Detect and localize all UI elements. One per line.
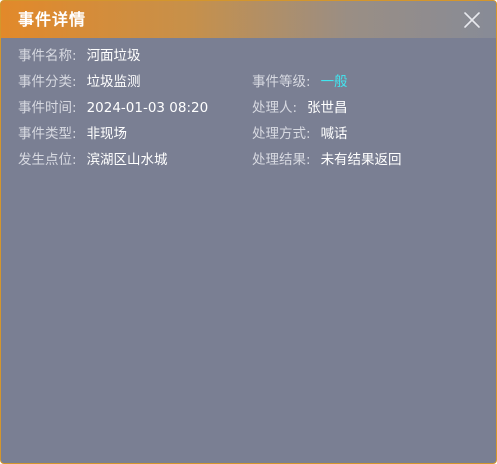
field-location: 发生点位: 滨湖区山水城 — [18, 150, 168, 170]
field-value: 未有结果返回 — [320, 152, 402, 168]
field-handle-result: 处理结果: 未有结果返回 — [252, 150, 402, 170]
dialog-header: 事件详情 — [1, 1, 496, 38]
event-level-badge: 一般 — [320, 74, 348, 90]
field-label: 事件时间: — [18, 100, 77, 116]
field-value: 喊话 — [320, 126, 348, 142]
field-event-category: 事件分类: 垃圾监测 — [18, 72, 141, 92]
field-label: 发生点位: — [18, 152, 77, 168]
close-button[interactable] — [462, 10, 482, 30]
field-label: 处理人: — [252, 100, 298, 116]
field-event-level: 事件等级: 一般 — [252, 72, 348, 92]
field-label: 处理结果: — [252, 152, 311, 168]
field-value: 张世昌 — [307, 100, 348, 116]
field-label: 事件分类: — [18, 74, 77, 90]
field-label: 事件类型: — [18, 126, 77, 142]
field-label: 处理方式: — [252, 126, 311, 142]
field-value: 非现场 — [86, 126, 128, 142]
field-handler: 处理人: 张世昌 — [252, 98, 348, 118]
field-value: 河面垃圾 — [86, 48, 141, 64]
field-label: 事件名称: — [18, 48, 77, 64]
field-label: 事件等级: — [252, 74, 311, 90]
event-detail-dialog: 事件详情 事件名称: 河面垃圾 事件分类: 垃圾监测 事件等级: 一般 事件时间: 20… — [0, 0, 497, 464]
field-event-type: 事件类型: 非现场 — [18, 124, 127, 144]
field-value: 2024-01-03 08:20 — [86, 100, 209, 116]
field-value: 滨湖区山水城 — [86, 152, 168, 168]
dialog-title: 事件详情 — [18, 10, 87, 29]
field-event-time: 事件时间: 2024-01-03 08:20 — [18, 98, 208, 118]
field-handle-method: 处理方式: 喊话 — [252, 124, 348, 144]
close-icon — [464, 12, 480, 28]
field-event-name: 事件名称: 河面垃圾 — [18, 46, 141, 66]
field-value: 垃圾监测 — [86, 74, 141, 90]
